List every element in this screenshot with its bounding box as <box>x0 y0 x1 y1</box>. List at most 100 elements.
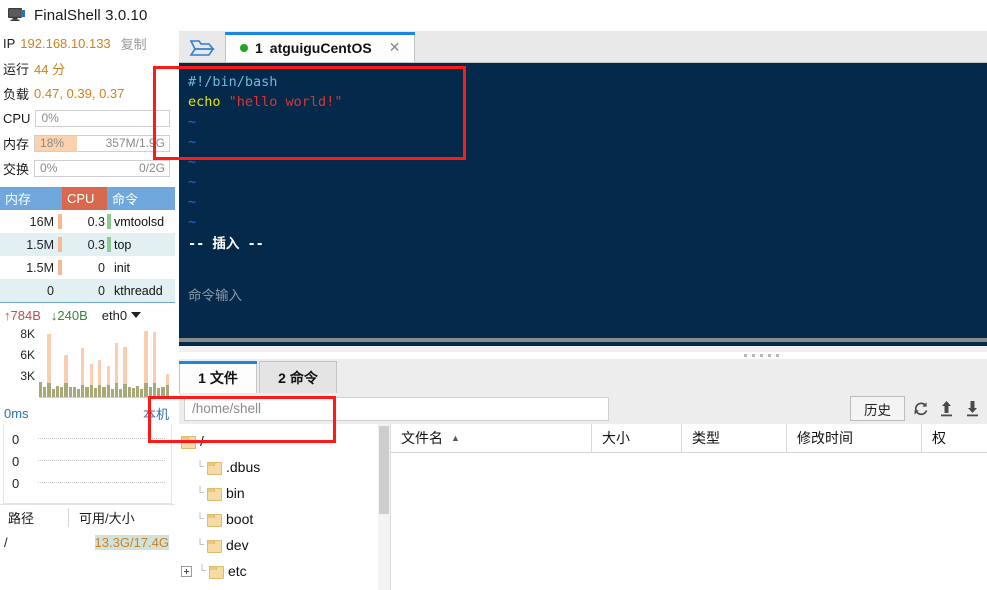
network-chart-bar <box>60 329 64 397</box>
row-command: init <box>114 260 130 275</box>
network-chart-plot <box>39 329 169 398</box>
disk-row[interactable]: / 13.3G/17.4G <box>0 530 175 554</box>
network-chart-bar <box>148 329 152 397</box>
tree-node-dev[interactable]: └ dev <box>179 532 390 558</box>
network-chart-bar <box>93 329 98 397</box>
sort-ascending-icon: ▲ <box>451 433 460 443</box>
file-manager-body: / └ .dbus └ bin └ boot └ dev └ etc 文件名 ▲… <box>179 423 987 590</box>
history-button[interactable]: 历史 <box>850 396 905 421</box>
column-header-size[interactable]: 大小 <box>591 423 681 453</box>
terminal-line: echo "hello world!" <box>188 92 987 112</box>
row-memory: 0 <box>47 283 54 298</box>
folder-icon <box>207 487 222 501</box>
uptime-value: 44 分 <box>34 62 66 77</box>
network-chart-bar <box>72 329 76 397</box>
column-header-permissions[interactable]: 权 <box>921 423 987 453</box>
file-manager-tab-strip: 1 文件 2 命令 <box>179 359 987 393</box>
table-row[interactable]: 0 0 kthreadd <box>0 279 175 302</box>
swap-meter: 0% 0/2G <box>34 160 170 177</box>
memory-meter: 18% 357M/1.9G <box>34 135 170 152</box>
terminal-line-text: "hello world!" <box>228 94 343 110</box>
terminal-tab-index: 1 <box>255 39 263 56</box>
cpu-meter-row: CPU 0% <box>0 106 175 131</box>
column-header-memory[interactable]: 内存 <box>0 187 62 210</box>
terminal-output[interactable]: #!/bin/bash echo "hello world!" ~ ~ ~ ~ … <box>179 63 987 346</box>
server-monitor-sidebar: IP 192.168.10.133 复制 运行 44 分 负载 0.47, 0.… <box>0 31 175 590</box>
title-bar: FinalShell 3.0.10 <box>0 0 987 31</box>
tree-guide-icon: └ <box>196 513 204 525</box>
horizontal-splitter[interactable] <box>179 352 987 359</box>
network-chart-bar <box>68 329 72 397</box>
terminal-line-text: ~ <box>188 114 197 130</box>
expand-icon[interactable] <box>181 565 192 577</box>
network-summary: ↑ 784B ↓ 240B eth0 <box>0 303 175 327</box>
row-memory: 1.5M <box>26 237 54 252</box>
tree-scrollbar-thumb[interactable] <box>379 426 389 514</box>
network-chart-bar <box>165 329 169 397</box>
network-chart-bar <box>114 329 119 397</box>
command-input[interactable]: 命令输入 <box>188 286 987 306</box>
network-chart-bar <box>85 329 89 397</box>
row-memory: 16M <box>29 214 54 229</box>
ip-row: IP 192.168.10.133 复制 <box>0 31 175 56</box>
network-chart-bar <box>161 329 165 397</box>
ping-latency-value: 0ms <box>4 405 29 421</box>
tree-node-boot[interactable]: └ boot <box>179 506 390 532</box>
chevron-down-icon[interactable] <box>131 312 142 318</box>
ping-host-label[interactable]: 本机 <box>143 404 175 423</box>
network-interface-select[interactable]: eth0 <box>102 308 127 323</box>
refresh-icon[interactable] <box>909 398 931 420</box>
column-header-filename[interactable]: 文件名 ▲ <box>391 424 591 453</box>
column-header-available-size: 可用/大小 <box>68 508 175 527</box>
close-icon[interactable]: ✕ <box>389 39 401 56</box>
copy-ip-link[interactable]: 复制 <box>121 34 147 53</box>
terminal-tab-strip: 1 atguiguCentOS ✕ <box>179 31 987 63</box>
swap-meter-row: 交换 0% 0/2G <box>0 156 175 181</box>
network-chart-bar <box>81 329 85 397</box>
network-chart-axis: 8K 6K 3K <box>3 327 37 402</box>
network-chart-bar <box>55 329 60 397</box>
terminal-line: #!/bin/bash <box>188 72 987 92</box>
terminal-line-text: ~ <box>188 174 197 190</box>
table-row[interactable]: 16M 0.3 vmtoolsd <box>0 210 175 233</box>
folder-icon <box>207 539 222 553</box>
column-header-cpu[interactable]: CPU <box>62 187 107 210</box>
tab-commands[interactable]: 2 命令 <box>259 361 337 393</box>
terminal-tab-atguigucentos[interactable]: 1 atguiguCentOS ✕ <box>225 32 415 62</box>
network-chart-bar <box>51 329 55 397</box>
column-header-command[interactable]: 命令 <box>107 187 175 210</box>
open-folder-icon[interactable] <box>179 31 225 62</box>
tree-node-bin[interactable]: └ bin <box>179 480 390 506</box>
memory-meter-detail: 357M/1.9G <box>105 136 165 150</box>
terminal-line: ~ <box>188 212 987 232</box>
column-header-modified[interactable]: 修改时间 <box>786 423 921 453</box>
network-chart-bar <box>47 329 51 397</box>
vim-mode-text: -- 插入 -- <box>188 236 264 252</box>
cpu-meter-label: CPU <box>3 111 31 126</box>
file-list-header: 文件名 ▲ 大小 类型 修改时间 权 <box>391 423 987 453</box>
network-chart-bar <box>106 329 110 397</box>
row-command: vmtoolsd <box>114 214 165 229</box>
download-icon[interactable] <box>961 398 983 420</box>
column-header-type[interactable]: 类型 <box>681 423 786 453</box>
tree-scrollbar[interactable] <box>378 424 390 590</box>
path-input[interactable]: /home/shell <box>184 396 609 421</box>
upload-icon[interactable] <box>935 398 957 420</box>
splitter-grip-icon <box>744 354 779 357</box>
ping-axis-tick: 0 <box>12 432 20 447</box>
monitor-icon <box>8 8 26 23</box>
table-row[interactable]: 1.5M 0.3 top <box>0 233 175 256</box>
tree-node-etc[interactable]: └ etc <box>179 558 390 584</box>
network-chart-bar <box>98 329 102 397</box>
terminal-line: ~ <box>188 132 987 152</box>
network-chart-bar <box>102 329 106 397</box>
load-label: 负载 <box>3 87 30 102</box>
row-cpu: 0.3 <box>87 214 105 229</box>
table-row[interactable]: 1.5M 0 init <box>0 256 175 279</box>
terminal-input-underline <box>179 338 987 342</box>
terminal-line: ~ <box>188 192 987 212</box>
tab-files[interactable]: 1 文件 <box>179 361 257 393</box>
tree-node-root[interactable]: / <box>179 428 390 454</box>
network-upload-value: 784B <box>10 307 41 323</box>
tree-node-dbus[interactable]: └ .dbus <box>179 454 390 480</box>
